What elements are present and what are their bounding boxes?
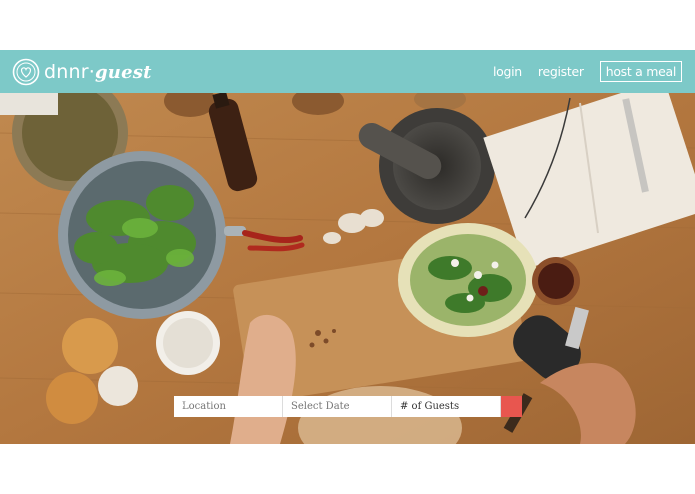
- brand-wordmark: dnnr·guest: [44, 61, 152, 83]
- brand-logo[interactable]: dnnr·guest: [12, 57, 152, 87]
- top-navbar: dnnr·guest login register host a meal: [0, 50, 695, 93]
- hero-image: # of Guests: [0, 93, 695, 444]
- date-input[interactable]: [283, 396, 392, 417]
- heart-logo-icon: [12, 58, 40, 86]
- register-link[interactable]: register: [538, 64, 584, 79]
- location-input[interactable]: [174, 396, 283, 417]
- login-link[interactable]: login: [493, 64, 522, 79]
- search-button[interactable]: [174, 396, 522, 417]
- brand-name: dnnr: [44, 61, 89, 83]
- host-meal-button[interactable]: host a meal: [599, 61, 682, 82]
- search-bar: # of Guests: [174, 396, 522, 417]
- search-icon: [174, 396, 184, 406]
- kitchen-table-illustration: [0, 93, 695, 444]
- guests-select[interactable]: # of Guests: [392, 396, 501, 417]
- guests-select-value: # of Guests: [400, 401, 460, 412]
- nav-links: login register host a meal: [477, 61, 682, 82]
- brand-name-suffix: guest: [95, 62, 152, 83]
